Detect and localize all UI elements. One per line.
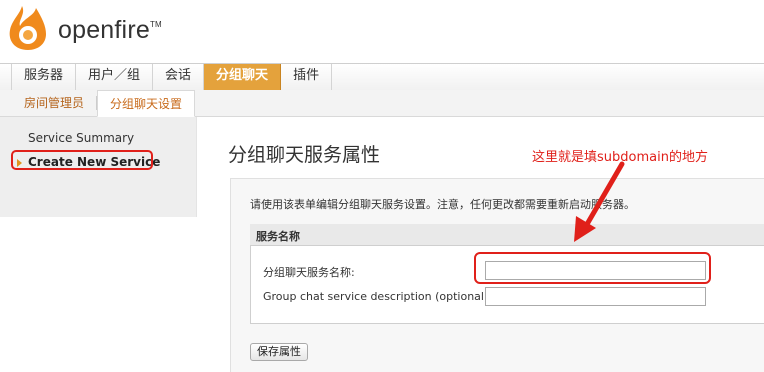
service-description-label: Group chat service description (optional… xyxy=(263,290,492,303)
section-title: 服务名称 xyxy=(256,230,300,243)
annotation-highlight-input xyxy=(474,252,711,284)
tab-sessions[interactable]: 会话 xyxy=(153,64,205,90)
subtab-group-chat-settings[interactable]: 分组聊天设置 xyxy=(97,90,196,117)
tab-plugins[interactable]: 插件 xyxy=(281,64,333,90)
main-nav-tabs: 服务器 用户／组 会话 分组聊天 插件 xyxy=(11,64,333,90)
page-title: 分组聊天服务属性 xyxy=(228,144,381,166)
openfire-logo-icon xyxy=(9,6,46,50)
annotation-arrow-icon xyxy=(574,161,625,242)
tab-group-chat[interactable]: 分组聊天 xyxy=(204,64,282,90)
main-nav: 服务器 用户／组 会话 分组聊天 插件 xyxy=(0,63,764,91)
annotation-highlight-sidebar xyxy=(11,150,153,170)
trademark-mark: TM xyxy=(149,20,162,29)
tab-server[interactable]: 服务器 xyxy=(12,64,77,90)
header: openfireTM xyxy=(0,0,764,64)
tab-users-groups[interactable]: 用户／组 xyxy=(76,64,154,90)
subtab-room-administration[interactable]: 房间管理员 xyxy=(12,90,96,116)
service-description-input[interactable] xyxy=(485,287,706,306)
sidebar-item-service-summary[interactable]: Service Summary xyxy=(28,131,134,145)
section-header xyxy=(250,224,764,246)
save-properties-button[interactable]: 保存属性 xyxy=(250,343,308,361)
sub-nav: 房间管理员 分组聊天设置 xyxy=(0,90,764,117)
sub-nav-tabs: 房间管理员 分组聊天设置 xyxy=(12,90,196,117)
service-name-label: 分组聊天服务名称: xyxy=(263,266,355,279)
brand-name[interactable]: openfireTM xyxy=(58,16,162,45)
